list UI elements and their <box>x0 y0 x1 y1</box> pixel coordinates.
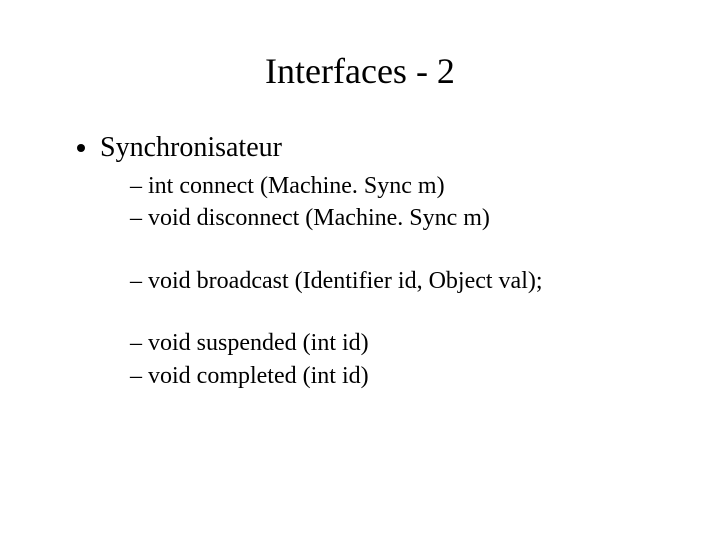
bullet-text: void disconnect (Machine. Sync m) <box>148 205 490 231</box>
bullet-text: void suspended (int id) <box>148 330 369 356</box>
list-item: void disconnect (Machine. Sync m) <box>130 202 660 234</box>
list-item: void suspended (int id) <box>130 327 660 359</box>
list-item: Synchronisateur int connect (Machine. Sy… <box>100 132 660 392</box>
slide: Interfaces - 2 Synchronisateur int conne… <box>0 0 720 540</box>
bullet-text: void completed (int id) <box>148 363 369 389</box>
bullet-list-level2: int connect (Machine. Sync m) void disco… <box>100 170 660 392</box>
bullet-text: Synchronisateur <box>100 132 282 163</box>
bullet-text: int connect (Machine. Sync m) <box>148 173 445 199</box>
bullet-text: void broadcast (Identifier id, Object va… <box>148 268 543 294</box>
bullet-list-level1: Synchronisateur int connect (Machine. Sy… <box>60 132 660 392</box>
list-item: int connect (Machine. Sync m) <box>130 170 660 202</box>
slide-title: Interfaces - 2 <box>60 50 660 92</box>
list-item: void broadcast (Identifier id, Object va… <box>130 265 660 297</box>
list-item: void completed (int id) <box>130 360 660 392</box>
